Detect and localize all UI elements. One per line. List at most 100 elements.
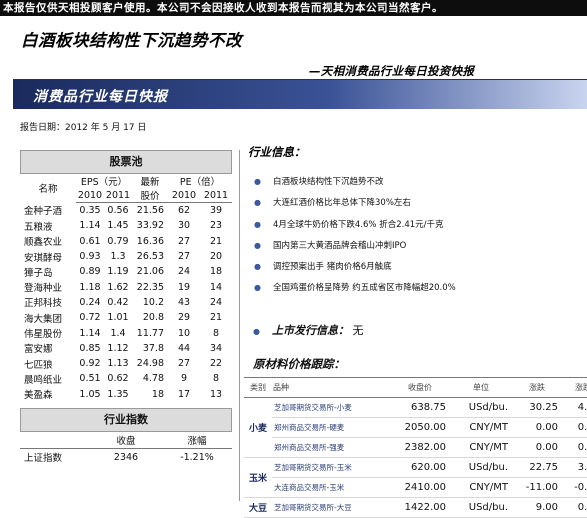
- pe-2010: 27: [177, 235, 191, 247]
- raw-prices-table: 类别 品种 收盘价 单位 涨跌 涨跌 小麦芝加哥期货交易所-小麦638.75US…: [244, 378, 587, 518]
- list-item: ● 调控预案出手 猪肉价格6月触底: [253, 261, 456, 282]
- latest-price: 11.77: [136, 327, 164, 339]
- change: 0.00: [512, 417, 562, 438]
- eps-2011: 1.62: [107, 281, 129, 293]
- col-close-price: 收盘价: [390, 378, 450, 398]
- stock-pool-title: 股票池: [20, 150, 232, 174]
- latest-price: 24.98: [136, 358, 164, 370]
- change: -11.00: [512, 477, 562, 498]
- table-row: 郑州商品交易所-强麦2382.00CNY/MT0.000.00: [244, 437, 587, 458]
- latest-price: 10.2: [142, 296, 164, 308]
- news-text: 国内第三大黄酒品牌会稽山冲刺IPO: [273, 240, 407, 251]
- latest-price: 21.06: [136, 266, 164, 278]
- stock-name: 伟星股份: [24, 329, 63, 341]
- stock-name: 安琪酵母: [24, 252, 63, 264]
- eps-2010: 0.61: [79, 235, 101, 247]
- list-item: ● 大连红酒价格比年总体下降30%左右: [253, 197, 456, 218]
- close-price: 638.75: [390, 397, 450, 418]
- latest-price: 37.8: [142, 342, 164, 354]
- eps-2010: 0.92: [79, 358, 101, 370]
- pe-2010: 10: [177, 327, 191, 339]
- col-pe: PE（倍）: [179, 177, 221, 188]
- pe-2011: 13: [209, 388, 223, 400]
- pe-2011: 18: [209, 266, 223, 278]
- table-row: 安琪酵母 0.93 1.3 26.53 27 20: [20, 249, 232, 264]
- report-date: 报告日期：2012 年 5 月 17 日: [20, 123, 147, 133]
- change-pct: -0.45: [562, 477, 587, 498]
- product-name: 芝加哥期货交易所-小麦: [272, 397, 390, 418]
- eps-2011: 1.4: [110, 327, 126, 339]
- pe-2010: 19: [177, 281, 191, 293]
- raw-prices-title: 原材料价格跟踪：: [253, 357, 345, 371]
- eps-2010: 1.05: [79, 388, 101, 400]
- change-pct: 0.00: [562, 437, 587, 458]
- close-price: 2050.00: [390, 417, 450, 438]
- pe-2011: 8: [212, 373, 220, 385]
- news-text: 4月全球牛奶价格下跌4.6% 折合2.41元/千克: [273, 219, 444, 230]
- change-pct: 4.97: [562, 397, 587, 418]
- change-pct: 3.81: [562, 457, 587, 478]
- right-column: 行业信息：: [248, 144, 587, 160]
- pe-2010: 30: [177, 220, 191, 232]
- pe-2010: 29: [177, 312, 191, 324]
- pe-2011: 20: [209, 251, 223, 263]
- table-row: 上证指数 2346 -1.21%: [20, 448, 232, 466]
- pe-2011: 21: [209, 312, 223, 324]
- eps-2011: 1.13: [107, 358, 129, 370]
- table-row: 大连商品交易所-玉米2410.00CNY/MT-11.00-0.45: [244, 477, 587, 498]
- category-label: 小麦: [244, 397, 272, 458]
- pe-2010: 27: [177, 251, 191, 263]
- index-name: 上证指数: [24, 453, 63, 465]
- latest-price: 4.78: [142, 373, 164, 385]
- bullet-icon: ●: [253, 327, 260, 336]
- stock-name: 正邦科技: [24, 298, 63, 310]
- eps-2010: 1.18: [79, 281, 101, 293]
- stock-name: 五粮液: [24, 221, 53, 233]
- table-row: 晨鸣纸业 0.51 0.62 4.78 9 8: [20, 371, 232, 386]
- ipo-label: 上市发行信息：: [271, 324, 349, 337]
- bullet-icon: ●: [254, 177, 261, 186]
- col-name: 名称: [38, 184, 58, 196]
- eps-2011: 0.79: [107, 235, 129, 247]
- table-row: 顺鑫农业 0.61 0.79 16.36 27 21: [20, 234, 232, 249]
- latest-price: 18: [151, 388, 164, 400]
- category-label: 玉米: [244, 457, 272, 498]
- eps-2011: 0.56: [107, 205, 129, 217]
- table-row: 五粮液 1.14 1.45 33.92 30 23: [20, 218, 232, 233]
- latest-price: 33.92: [136, 220, 164, 232]
- change-pct: 0.00: [562, 417, 587, 438]
- eps-2010: 0.93: [79, 251, 101, 263]
- stock-name: 七匹狼: [24, 359, 53, 371]
- eps-2011: 1.12: [107, 342, 129, 354]
- stock-name: 晨鸣纸业: [24, 374, 63, 386]
- pe-2011: 23: [209, 220, 223, 232]
- index-close: 2346: [113, 451, 139, 463]
- eps-2011: 0.62: [107, 373, 129, 385]
- eps-2011: 1.01: [107, 312, 129, 324]
- eps-2010: 0.85: [79, 342, 101, 354]
- bullet-icon: ●: [254, 219, 261, 229]
- report-subtitle: —天相消费品行业每日投资快报: [309, 64, 475, 78]
- bullet-icon: ●: [254, 240, 261, 250]
- unit: CNY/MT: [450, 477, 512, 498]
- index-change: -1.21%: [180, 451, 214, 463]
- eps-2010: 0.89: [79, 266, 101, 278]
- table-row: 美盈森 1.05 1.35 18 17 13: [20, 387, 232, 402]
- table-row: 正邦科技 0.24 0.42 10.2 43 24: [20, 295, 232, 310]
- stock-name: 富安娜: [24, 344, 53, 356]
- change: 0.00: [512, 437, 562, 458]
- eps-2010: 1.14: [79, 220, 101, 232]
- pe-2011: 39: [209, 205, 223, 217]
- list-item: ● 全国鸡蛋价格呈降势 约五成省区市降幅超20.0%: [253, 282, 456, 303]
- industry-news-list: ● 白酒板块结构性下沉趋势不改 ● 大连红酒价格比年总体下降30%左右 ● 4月全球牛奶价…: [253, 176, 456, 304]
- unit: CNY/MT: [450, 417, 512, 438]
- ipo-value: 无: [352, 324, 364, 337]
- close-price: 620.00: [390, 457, 450, 478]
- pe-2011: 24: [209, 296, 223, 308]
- report-title: 白酒板块结构性下沉趋势不改: [21, 31, 242, 50]
- table-row: 伟星股份 1.14 1.4 11.77 10 8: [20, 325, 232, 341]
- col-category: 类别: [244, 378, 272, 398]
- pe-2010: 27: [177, 358, 191, 370]
- col-blank: [20, 431, 90, 449]
- eps-2010: 0.51: [79, 373, 101, 385]
